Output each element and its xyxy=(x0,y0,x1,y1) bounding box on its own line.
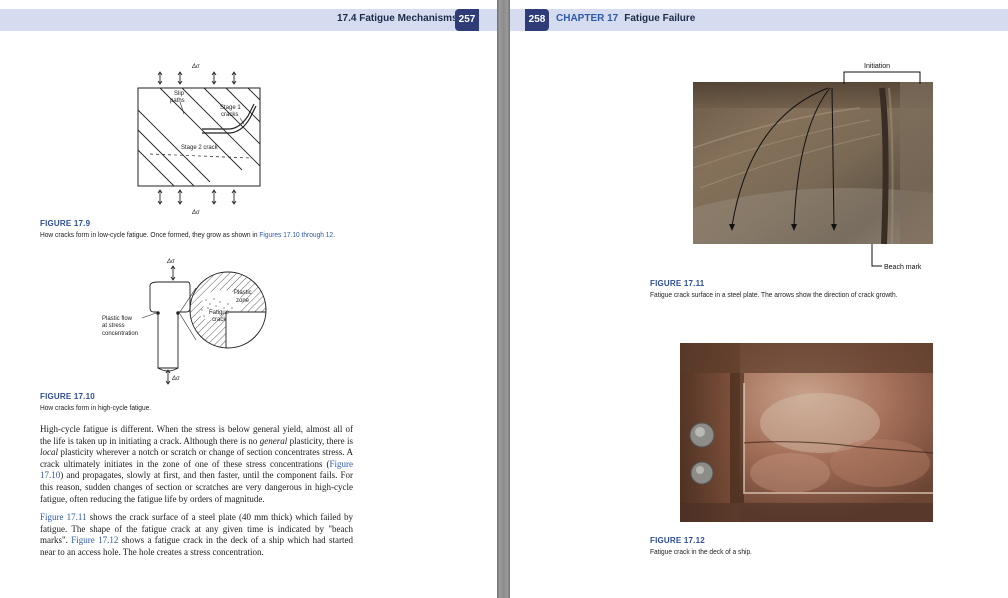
book-gutter xyxy=(497,0,510,598)
fig9-slip-label-1: Slip xyxy=(174,91,185,97)
fig9-top-delta-sigma: Δσ xyxy=(191,64,200,70)
chapter-heading: CHAPTER 17 Fatigue Failure xyxy=(556,13,695,24)
left-header-title: 17.4 Fatigue Mechanisms xyxy=(337,13,458,24)
paragraph-high-cycle-fatigue: High-cycle fatigue is different. When th… xyxy=(40,424,353,504)
figure-17-11-caption: Fatigue crack surface in a steel plate. … xyxy=(650,290,898,299)
fig9-stage1-label-2: cracks xyxy=(221,112,238,118)
figure-17-9-diagram: Δσ Δσ Slip paths Stage 1 cracks Stage 2 … xyxy=(137,64,261,216)
fig10-plastic-flow-1: Plastic flow xyxy=(102,316,133,322)
figure-17-11-photo: Initiation Beach mark xyxy=(692,63,933,271)
figure-17-12-label: FIGURE 17.12 xyxy=(650,536,705,545)
figure-17-12-caption: Fatigue crack in the deck of a ship. xyxy=(650,547,752,556)
figure-17-9-caption-link[interactable]: Figures 17.10 through 12 xyxy=(259,230,333,239)
right-header-bar: 258 CHAPTER 17 Fatigue Failure xyxy=(510,9,1008,31)
right-page: 258 CHAPTER 17 Fatigue Failure Initiatio… xyxy=(510,0,1008,598)
figure-17-11-label: FIGURE 17.11 xyxy=(650,279,705,288)
beach-mark-label: Beach mark xyxy=(884,264,922,271)
fig10-plastic-zone-1: Plastic xyxy=(234,290,252,296)
fig9-stage2-label: Stage 2 crack xyxy=(181,145,219,151)
figure-17-10-caption: How cracks form in high-cycle fatigue. xyxy=(40,403,152,412)
top-stress-arrows xyxy=(157,71,237,85)
right-page-number: 258 xyxy=(525,9,549,31)
paragraph-crack-surface: Figure 17.11 shows the crack surface of … xyxy=(40,512,353,557)
fig9-bottom-delta-sigma: Δσ xyxy=(191,210,200,216)
bottom-stress-arrows xyxy=(157,189,237,205)
figure-17-12-link[interactable]: Figure 17.12 xyxy=(71,535,118,545)
figure-17-10-label: FIGURE 17.10 xyxy=(40,392,95,401)
figure-17-9-label: FIGURE 17.9 xyxy=(40,219,91,228)
initiation-label: Initiation xyxy=(864,63,890,70)
left-page: 17.4 Fatigue Mechanisms 257 Δσ Δσ Slip p… xyxy=(0,0,497,598)
figure-17-10-diagram: Δσ Δσ Plastic flow at stress concentrati… xyxy=(102,259,267,385)
fig10-plastic-flow-2: at stress xyxy=(102,323,125,329)
fig10-plastic-zone-2: zone xyxy=(236,298,250,304)
fig10-plastic-flow-3: concentration xyxy=(102,331,138,337)
fig10-fatigue-crack-1: Fatigue xyxy=(209,310,230,316)
fig10-bottom-delta-sigma: Δσ xyxy=(171,376,180,382)
fig9-stage1-label-1: Stage 1 xyxy=(220,105,241,111)
figure-17-11-link[interactable]: Figure 17.11 xyxy=(40,512,87,522)
fig10-fatigue-crack-2: crack xyxy=(212,317,227,323)
figure-17-9-caption: How cracks form in low-cycle fatigue. On… xyxy=(40,230,335,239)
left-page-number: 257 xyxy=(455,9,479,31)
chapter-label: CHAPTER 17 xyxy=(556,13,619,24)
fig10-top-delta-sigma: Δσ xyxy=(166,259,175,265)
fig9-slip-label-2: paths xyxy=(170,98,185,104)
left-header-bar: 17.4 Fatigue Mechanisms 257 xyxy=(0,9,497,31)
figure-17-12-photo xyxy=(680,343,933,522)
chapter-title: Fatigue Failure xyxy=(624,13,696,24)
